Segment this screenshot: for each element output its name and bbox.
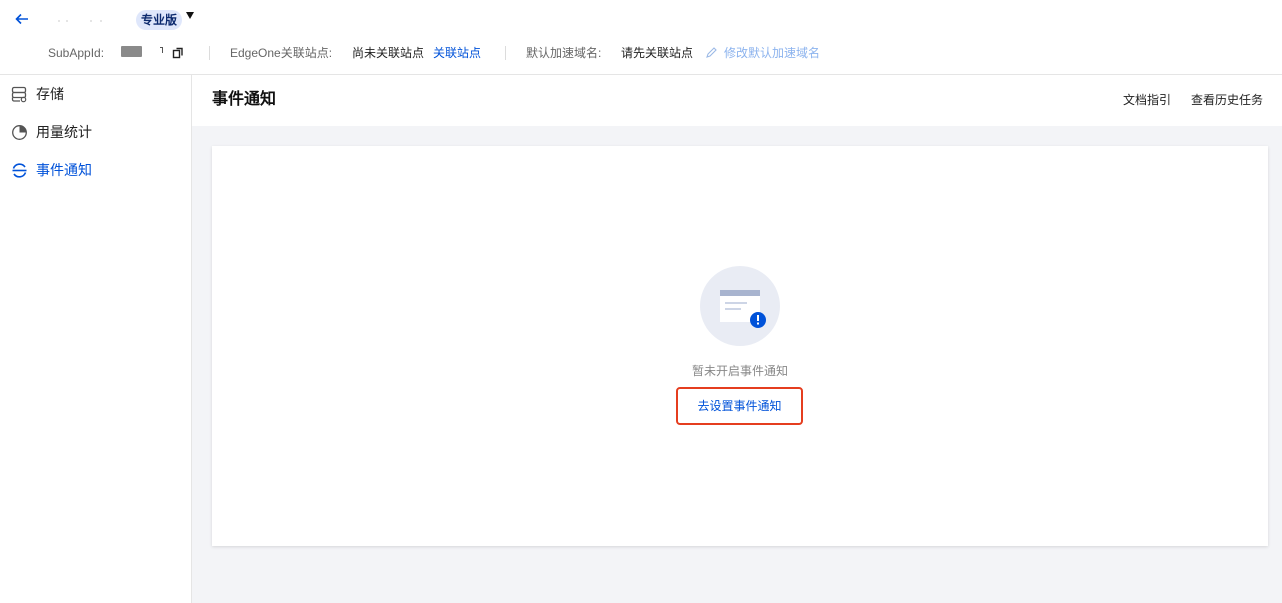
usage-stats-icon (11, 124, 28, 141)
edgeone-label: EdgeOne关联站点: (230, 46, 333, 60)
edition-dropdown-caret-icon[interactable] (186, 12, 194, 19)
sidebar-item-usage-stats[interactable]: 用量统计 (0, 113, 191, 151)
page-title: 事件通知 (212, 91, 277, 108)
edit-default-domain-link[interactable]: 修改默认加速域名 (724, 43, 820, 63)
app-name-redacted (46, 10, 126, 28)
edgeone-value: 尚未关联站点 (352, 46, 425, 60)
sidebar: 存储 用量统计 事件通知 (0, 75, 192, 603)
setup-event-notify-button[interactable]: 去设置事件通知 (678, 389, 801, 423)
default-domain-label: 默认加速域名: (526, 46, 602, 60)
sidebar-item-label: 事件通知 (36, 162, 92, 178)
copy-icon[interactable] (172, 46, 184, 59)
subappid-redacted-mark (160, 47, 163, 53)
empty-notification-icon (700, 266, 780, 346)
empty-state-text: 暂未开启事件通知 (691, 364, 788, 378)
subappid-redacted-value (121, 46, 142, 57)
back-arrow-icon[interactable] (12, 9, 32, 29)
app-meta-row: SubAppId: EdgeOne关联站点: 尚未关联站点 关联站点 默认加速域… (0, 43, 1282, 63)
main-content: 事件通知 文档指引 查看历史任务 暂未开启事件通知 去设置事件通知 (192, 75, 1282, 603)
sidebar-item-event-notify[interactable]: 事件通知 (0, 151, 191, 189)
pencil-icon[interactable] (705, 46, 718, 59)
default-domain-value: 请先关联站点 (621, 46, 694, 60)
edition-badge: 专业版 (136, 10, 183, 30)
divider (505, 46, 506, 60)
history-tasks-link[interactable]: 查看历史任务 (1191, 91, 1263, 109)
sidebar-item-label: 存储 (36, 86, 64, 102)
empty-state-card: 暂未开启事件通知 去设置事件通知 (212, 146, 1268, 546)
storage-icon (11, 86, 28, 103)
divider (209, 46, 210, 60)
subappid-label: SubAppId: (48, 46, 105, 60)
sidebar-item-storage[interactable]: 存储 (0, 75, 191, 113)
top-bar: 专业版 SubAppId: EdgeOne关联站点: 尚未关联站点 关联站点 默… (0, 0, 1282, 75)
event-notify-icon (11, 162, 28, 179)
sidebar-item-label: 用量统计 (36, 124, 92, 140)
link-site-link[interactable]: 关联站点 (433, 43, 481, 63)
page-header: 事件通知 文档指引 查看历史任务 (192, 75, 1282, 126)
highlight-frame: 去设置事件通知 (676, 387, 803, 425)
docs-guide-link[interactable]: 文档指引 (1123, 91, 1171, 109)
